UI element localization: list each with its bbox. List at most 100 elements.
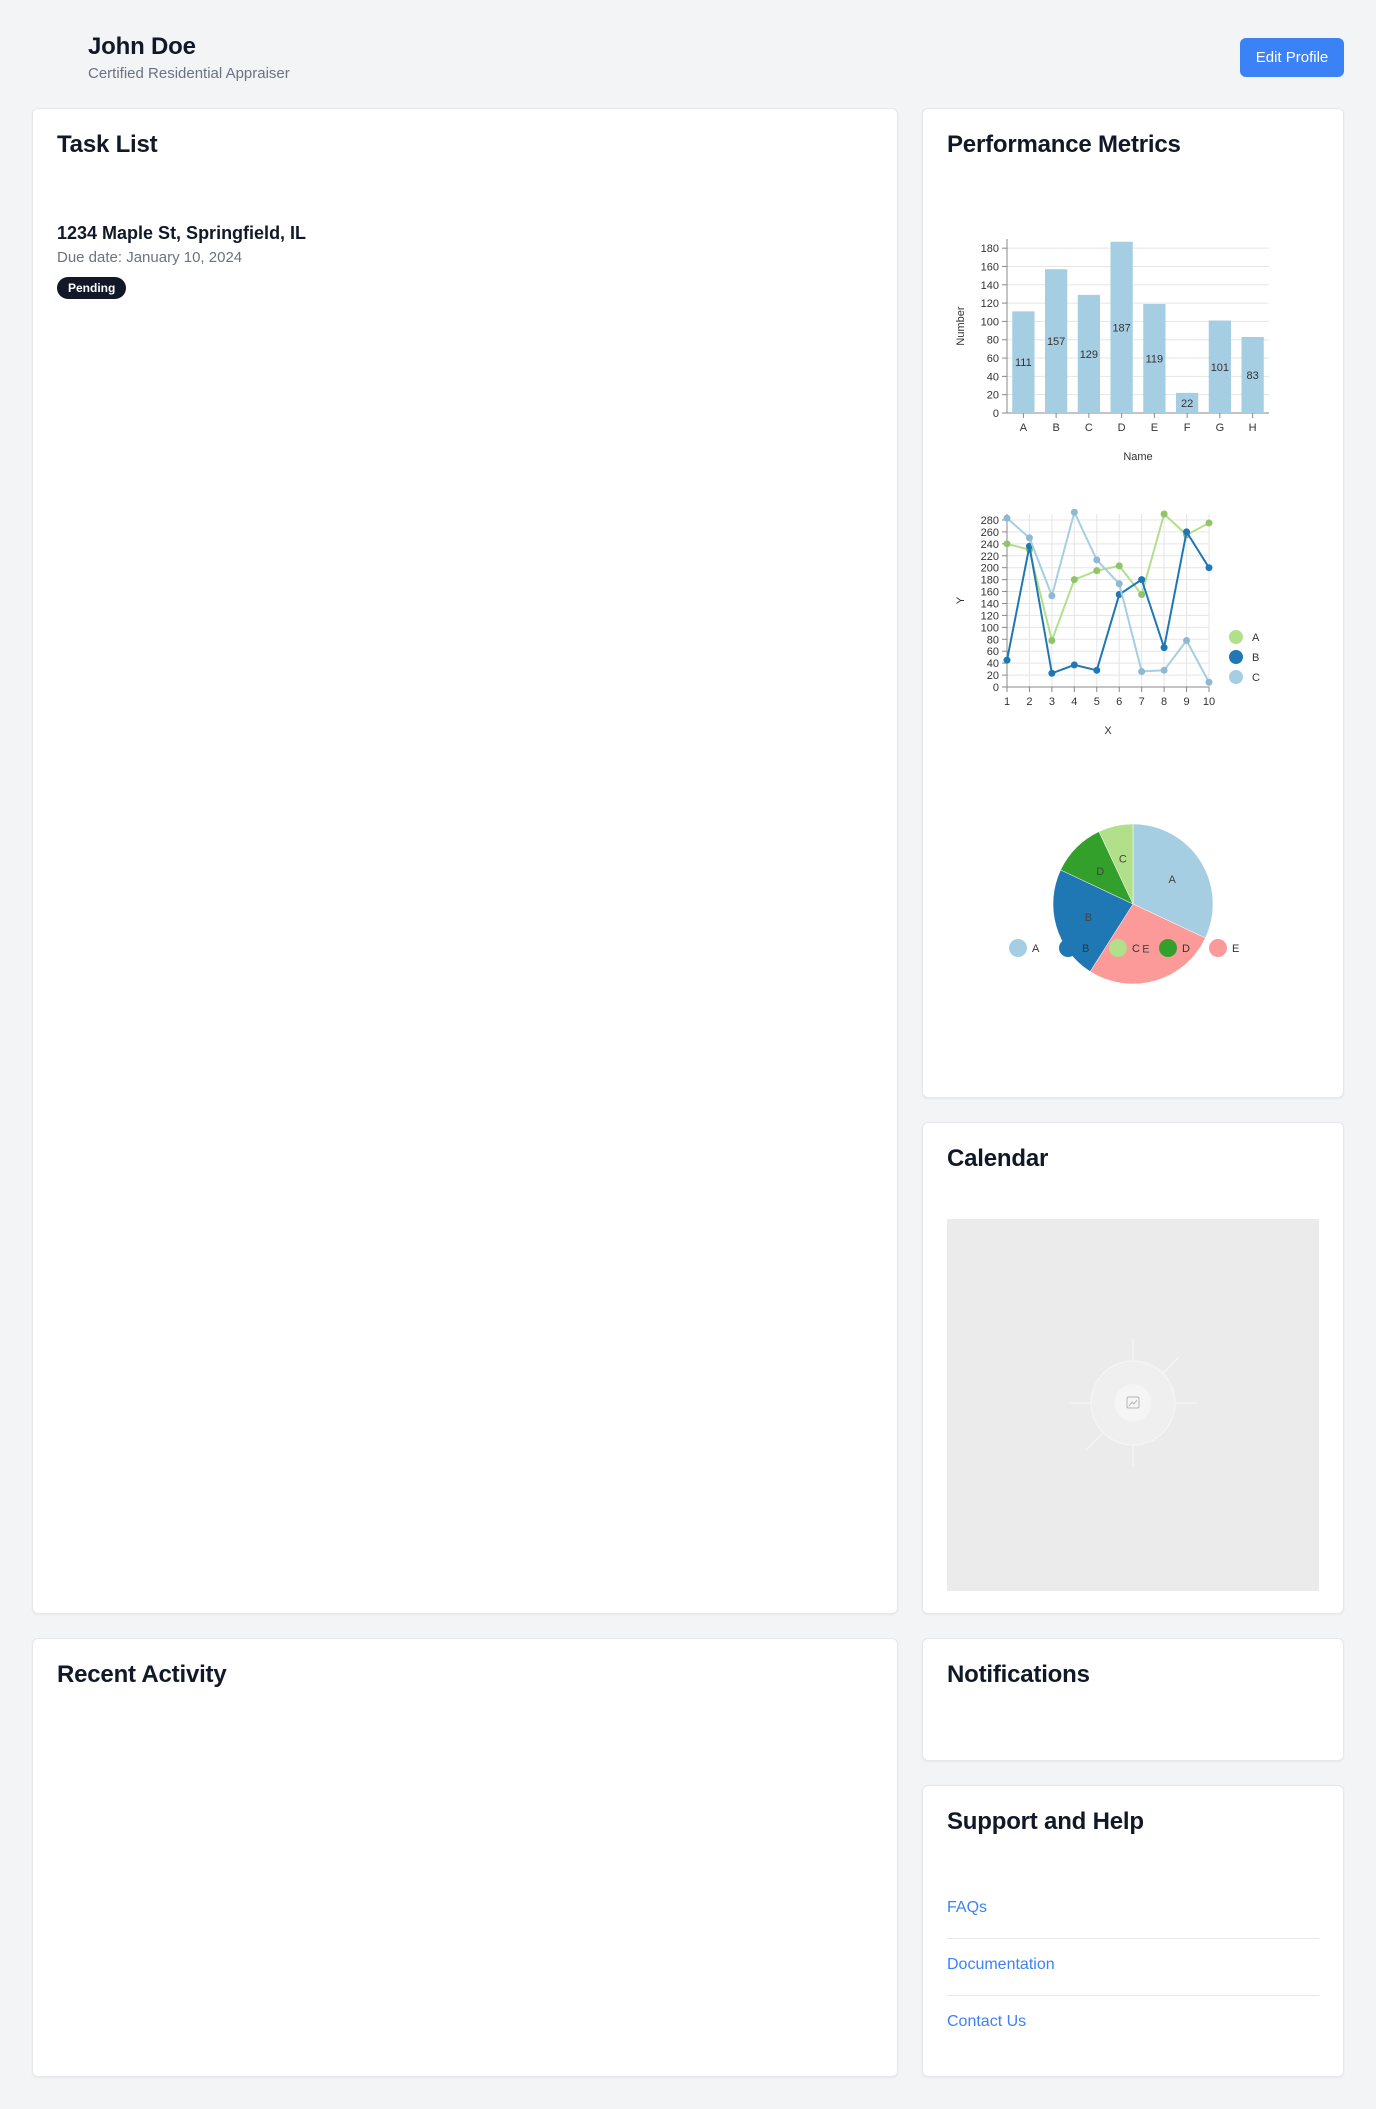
pie-slice-label: E bbox=[1142, 944, 1149, 956]
data-point bbox=[1070, 661, 1078, 669]
contact-us-link[interactable]: Contact Us bbox=[947, 2013, 1319, 2031]
legend-label: B bbox=[1082, 943, 1089, 955]
data-point bbox=[1048, 636, 1056, 644]
task-list-card: Task List 1234 Maple St, Springfield, IL… bbox=[32, 108, 898, 1614]
x-tick-label: 9 bbox=[1183, 696, 1189, 708]
y-tick-label: 140 bbox=[981, 280, 999, 292]
pie-chart: A E B D C A B C D E bbox=[1009, 823, 1239, 985]
x-tick-label: 2 bbox=[1026, 696, 1032, 708]
bar-chart: 0 20 40 60 80 100 120 140 160 180 111 A 157 B 129 C 187 D… bbox=[955, 239, 1269, 463]
divider bbox=[947, 1995, 1319, 1996]
recent-activity-card: Recent Activity bbox=[32, 1638, 898, 2077]
legend-swatch bbox=[1009, 939, 1027, 957]
bar-value-label: 157 bbox=[1047, 336, 1065, 348]
data-point bbox=[1003, 540, 1011, 548]
profile-header: John Doe Certified Residential Appraiser… bbox=[0, 0, 1376, 108]
y-tick-label: 100 bbox=[981, 316, 999, 328]
notifications-title: Notifications bbox=[947, 1661, 1090, 1688]
legend-label: D bbox=[1182, 943, 1190, 955]
data-point bbox=[1115, 580, 1123, 588]
data-point bbox=[1025, 534, 1033, 542]
data-point bbox=[1138, 667, 1146, 675]
data-point bbox=[1003, 656, 1011, 664]
calendar-image-placeholder bbox=[947, 1219, 1319, 1591]
bar-value-label: 111 bbox=[1015, 357, 1032, 369]
data-point bbox=[1003, 514, 1011, 522]
data-point bbox=[1138, 591, 1146, 599]
data-point bbox=[1070, 576, 1078, 584]
documentation-link[interactable]: Documentation bbox=[947, 1956, 1319, 1974]
y-tick-label: 260 bbox=[981, 527, 999, 539]
pie-slice-label: B bbox=[1085, 912, 1092, 924]
calendar-title: Calendar bbox=[947, 1145, 1049, 1172]
y-tick-label: 160 bbox=[981, 261, 999, 273]
edit-profile-button[interactable]: Edit Profile bbox=[1240, 38, 1344, 77]
y-tick-label: 220 bbox=[981, 551, 999, 563]
y-tick-label: 100 bbox=[981, 622, 999, 634]
bar-value-label: 129 bbox=[1080, 349, 1098, 361]
data-point bbox=[1115, 562, 1123, 570]
data-point bbox=[1093, 567, 1101, 575]
pie-slice-label: A bbox=[1169, 874, 1177, 886]
bar-value-label: 22 bbox=[1181, 398, 1193, 410]
legend-label: E bbox=[1232, 943, 1239, 955]
x-tick-label: 8 bbox=[1161, 696, 1167, 708]
data-point bbox=[1138, 576, 1146, 584]
legend-swatch bbox=[1159, 939, 1177, 957]
image-placeholder-icon bbox=[1069, 1339, 1197, 1467]
y-tick-label: 180 bbox=[981, 575, 999, 587]
x-tick-label: A bbox=[1020, 422, 1028, 434]
bar-value-label: 119 bbox=[1146, 354, 1164, 366]
x-tick-label: B bbox=[1052, 422, 1059, 434]
x-tick-label: 4 bbox=[1071, 696, 1077, 708]
data-point bbox=[1093, 666, 1101, 674]
data-point bbox=[1205, 519, 1213, 527]
x-tick-label: 6 bbox=[1116, 696, 1122, 708]
bar-value-label: 83 bbox=[1247, 370, 1259, 382]
x-axis-label: X bbox=[1104, 725, 1112, 737]
y-tick-label: 0 bbox=[993, 682, 999, 694]
x-tick-label: 10 bbox=[1203, 696, 1215, 708]
data-point bbox=[1183, 636, 1191, 644]
legend-swatch bbox=[1229, 650, 1243, 664]
performance-metrics-card: Performance Metrics 0 20 40 60 80 100 120 140 16… bbox=[922, 108, 1344, 1098]
data-point bbox=[1160, 510, 1168, 518]
y-tick-label: 20 bbox=[987, 390, 999, 402]
data-point bbox=[1048, 669, 1056, 677]
legend-label: C bbox=[1252, 672, 1260, 684]
y-tick-label: 120 bbox=[981, 298, 999, 310]
x-tick-label: F bbox=[1184, 422, 1191, 434]
support-title: Support and Help bbox=[947, 1808, 1144, 1835]
legend-swatch bbox=[1209, 939, 1227, 957]
data-point bbox=[1205, 678, 1213, 686]
x-tick-label: 3 bbox=[1049, 696, 1055, 708]
x-tick-label: 7 bbox=[1139, 696, 1145, 708]
data-point bbox=[1160, 666, 1168, 674]
legend-swatch bbox=[1059, 939, 1077, 957]
faqs-link[interactable]: FAQs bbox=[947, 1899, 1319, 1917]
y-tick-label: 200 bbox=[981, 563, 999, 575]
y-tick-label: 80 bbox=[987, 335, 999, 347]
legend-label: A bbox=[1032, 943, 1040, 955]
support-card: Support and Help FAQs Documentation Cont… bbox=[922, 1785, 1344, 2077]
data-point bbox=[1160, 644, 1168, 652]
legend-label: B bbox=[1252, 652, 1259, 664]
y-tick-label: 180 bbox=[981, 243, 999, 255]
pie-slice-label: D bbox=[1096, 866, 1104, 878]
y-tick-label: 80 bbox=[987, 634, 999, 646]
task-due-date: Due date: January 10, 2024 bbox=[57, 249, 243, 266]
y-tick-label: 20 bbox=[987, 670, 999, 682]
profile-name: John Doe bbox=[88, 33, 196, 60]
task-address: 1234 Maple St, Springfield, IL bbox=[57, 223, 307, 243]
status-badge: Pending bbox=[57, 277, 127, 299]
y-tick-label: 160 bbox=[981, 587, 999, 599]
y-tick-label: 0 bbox=[993, 408, 999, 420]
data-point bbox=[1093, 556, 1101, 564]
x-tick-label: C bbox=[1085, 422, 1093, 434]
task-list-title: Task List bbox=[57, 131, 158, 158]
series-line-C bbox=[1006, 509, 1210, 683]
calendar-card: Calendar bbox=[922, 1122, 1344, 1614]
x-tick-label: 1 bbox=[1004, 696, 1010, 708]
profile-title: Certified Residential Appraiser bbox=[88, 65, 290, 82]
legend-swatch bbox=[1229, 670, 1243, 684]
